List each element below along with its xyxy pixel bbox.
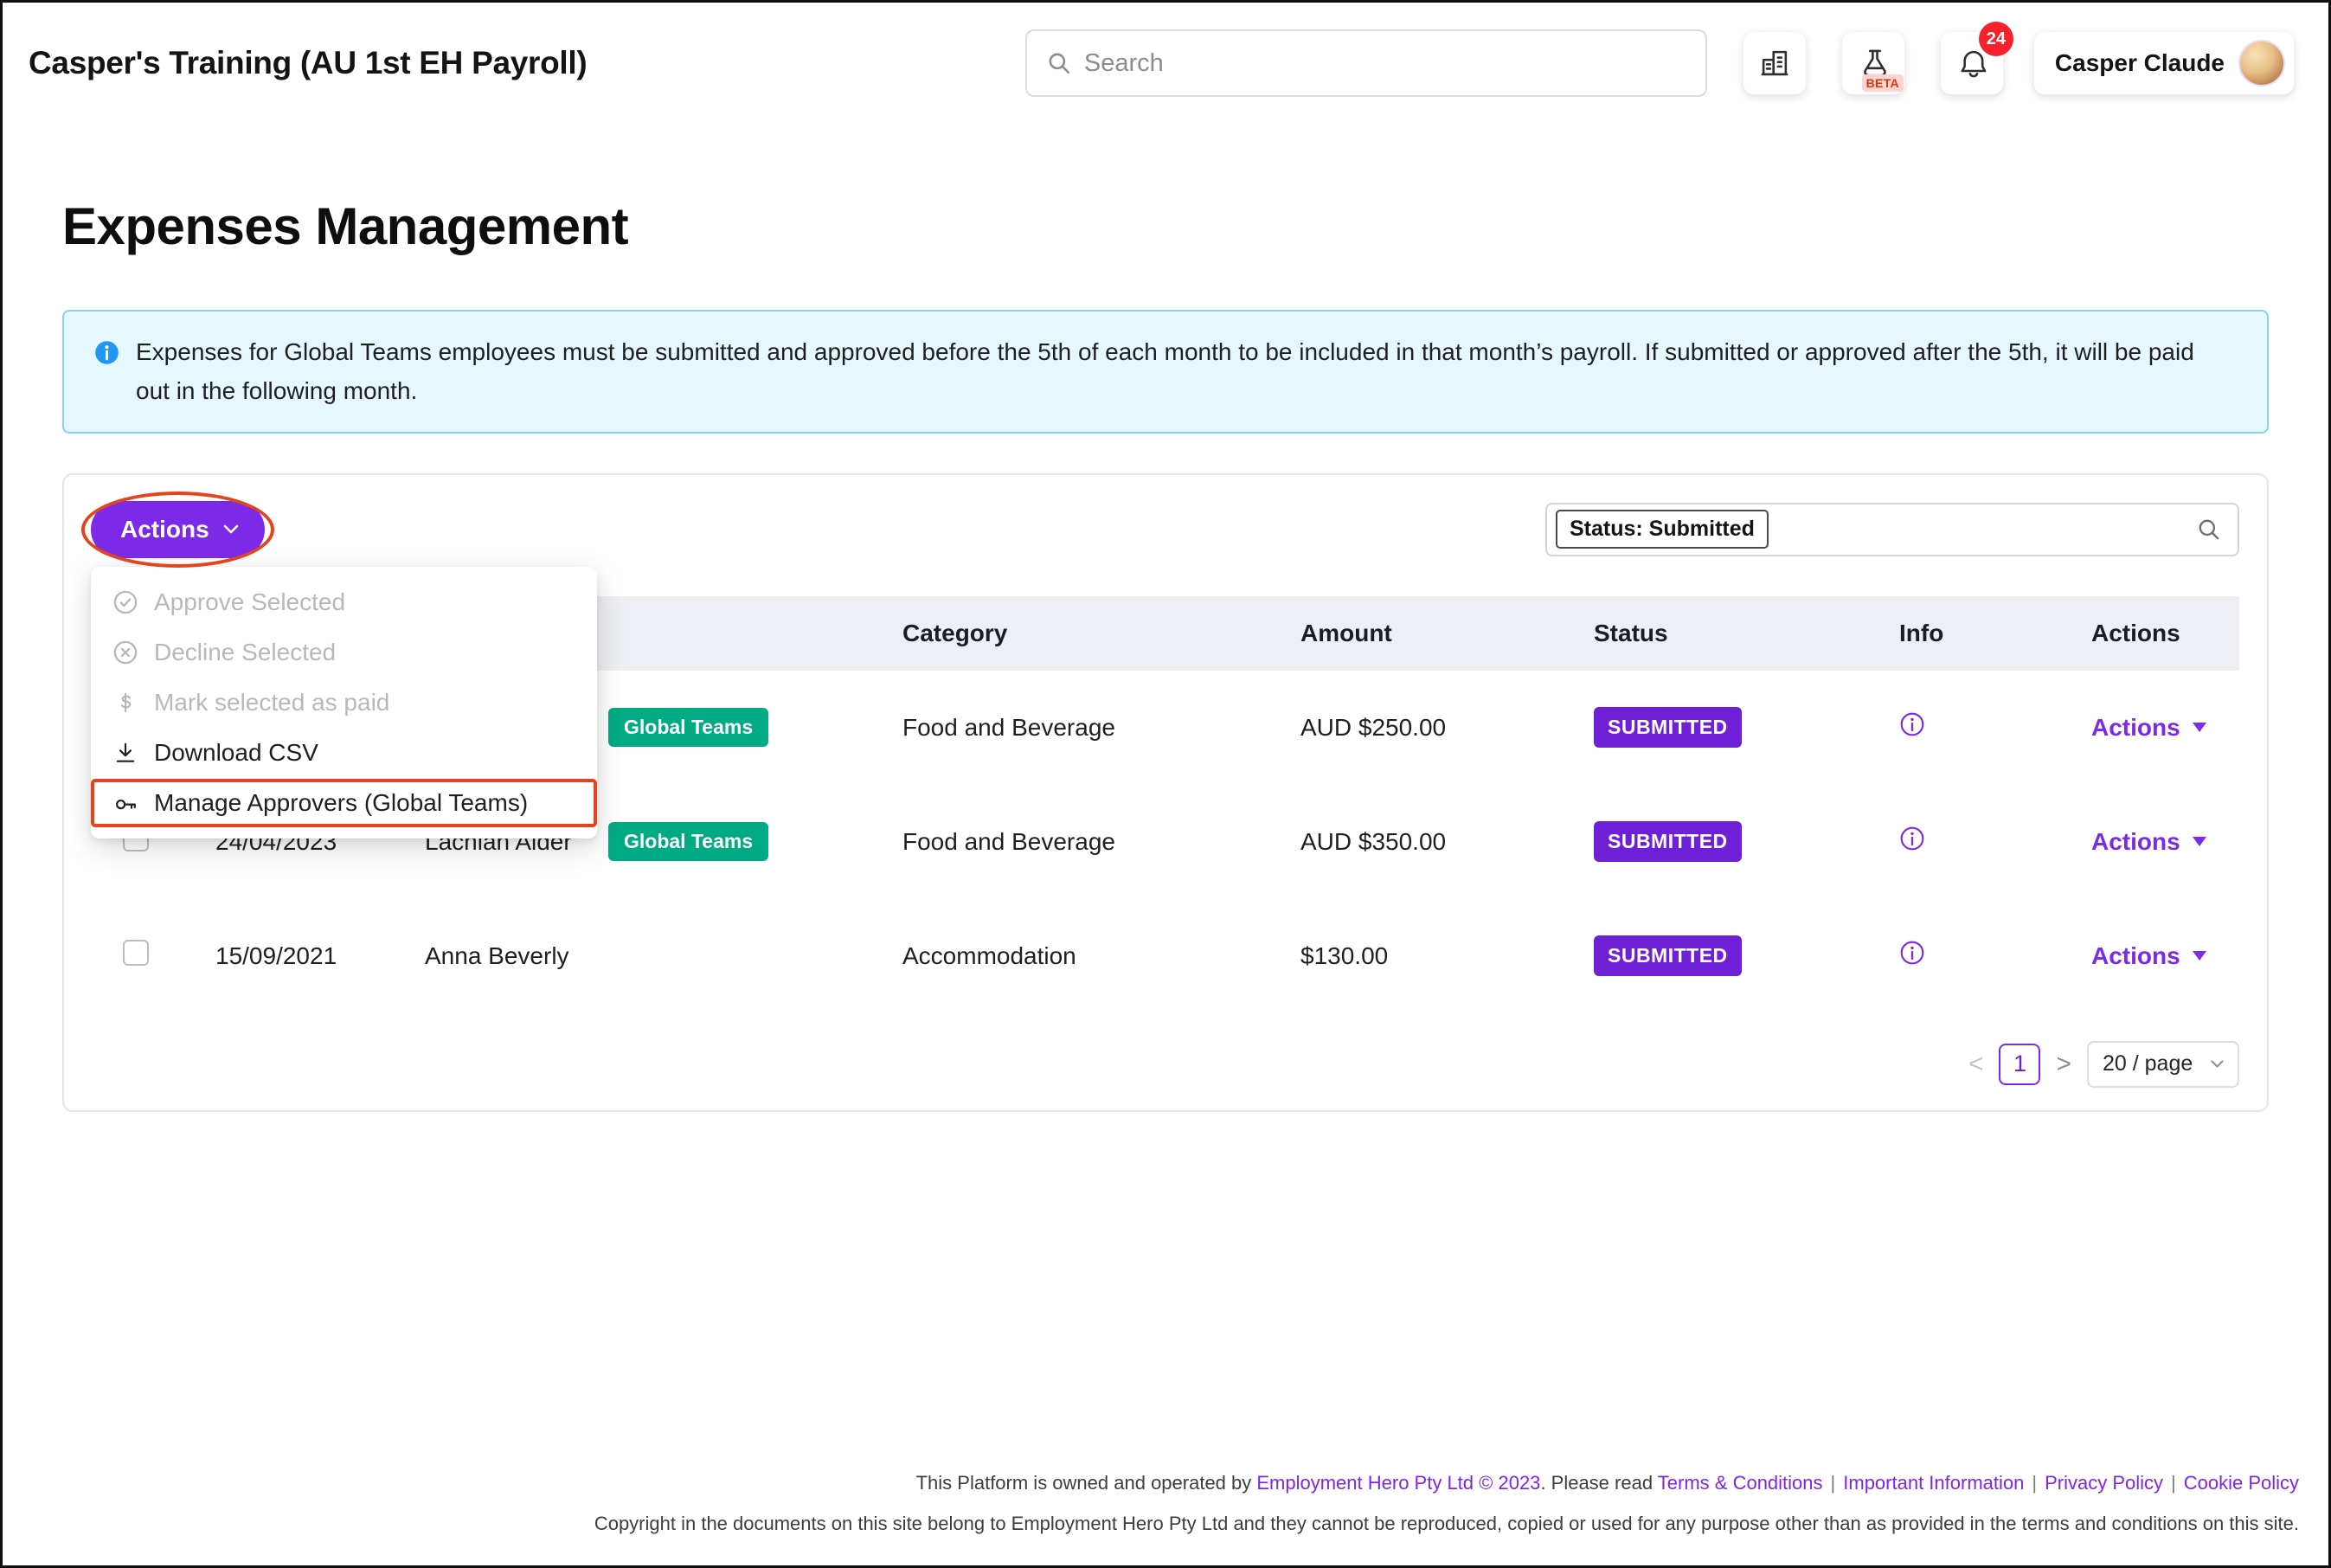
status-badge: SUBMITTED xyxy=(1594,707,1742,748)
menu-item-label: Mark selected as paid xyxy=(154,689,389,717)
key-icon xyxy=(112,791,139,815)
chevron-down-icon xyxy=(223,524,239,535)
banner-text: Expenses for Global Teams employees must… xyxy=(136,332,2215,411)
link-terms-conditions[interactable]: Terms & Conditions xyxy=(1658,1472,1823,1494)
row-actions-label: Actions xyxy=(2091,828,2180,856)
row-actions-label: Actions xyxy=(2091,714,2180,742)
info-icon[interactable] xyxy=(1899,940,1925,966)
info-banner: Expenses for Global Teams employees must… xyxy=(62,310,2269,434)
menu-item-decline-selected: Decline Selected xyxy=(91,627,597,678)
download-icon xyxy=(112,741,139,765)
actions-button[interactable]: Actions xyxy=(91,501,265,558)
column-header-info: Info xyxy=(1873,620,2064,647)
search-icon xyxy=(2196,517,2222,543)
column-header-category: Category xyxy=(878,620,1276,647)
column-header-amount: Amount xyxy=(1276,620,1570,647)
page-size-select[interactable]: 20 / page xyxy=(2087,1041,2239,1088)
separator: | xyxy=(1831,1472,1836,1494)
dollar-icon xyxy=(112,691,139,715)
app-window: Casper's Training (AU 1st EH Payroll) BE… xyxy=(0,0,2331,1568)
chevron-down-icon xyxy=(2211,1060,2224,1069)
user-name: Casper Claude xyxy=(2055,49,2225,77)
info-icon[interactable] xyxy=(1899,826,1925,851)
amount-cell: AUD $250.00 xyxy=(1276,714,1570,742)
expenses-card: Actions Approve Selected xyxy=(62,473,2269,1112)
row-checkbox[interactable] xyxy=(123,940,149,966)
info-icon[interactable] xyxy=(1899,711,1925,737)
link-important-information[interactable]: Important Information xyxy=(1843,1472,2024,1494)
amount-cell: AUD $350.00 xyxy=(1276,828,1570,856)
table-row: 15/09/2021 Anna Beverly Accommodation $1… xyxy=(91,899,2239,1013)
menu-item-mark-selected-paid: Mark selected as paid xyxy=(91,678,597,728)
footer: This Platform is owned and operated by E… xyxy=(3,1468,2328,1565)
menu-item-approve-selected: Approve Selected xyxy=(91,577,597,627)
row-actions-button[interactable]: Actions xyxy=(2091,714,2206,742)
footer-text: This Platform is owned and operated by xyxy=(916,1472,1257,1494)
menu-item-label: Manage Approvers (Global Teams) xyxy=(154,789,528,817)
table-toolbar: Actions Approve Selected xyxy=(64,501,2267,558)
column-header-actions: Actions xyxy=(2064,620,2249,647)
actions-button-label: Actions xyxy=(120,516,209,543)
row-actions-button[interactable]: Actions xyxy=(2091,942,2206,970)
page-size-value: 20 / page xyxy=(2103,1051,2193,1076)
category-cell: Accommodation xyxy=(878,942,1276,970)
page-title: Expenses Management xyxy=(62,196,2328,256)
separator: | xyxy=(2171,1472,2176,1494)
status-badge: SUBMITTED xyxy=(1594,821,1742,862)
menu-item-label: Download CSV xyxy=(154,739,318,767)
separator: | xyxy=(2032,1472,2037,1494)
search-input[interactable] xyxy=(1084,49,1686,78)
team-badge: Global Teams xyxy=(608,822,768,861)
amount-cell: $130.00 xyxy=(1276,942,1570,970)
beta-badge: BETA xyxy=(1862,74,1904,92)
category-cell: Food and Beverage xyxy=(878,714,1276,742)
pagination: < 1 > 20 / page xyxy=(64,1041,2239,1088)
menu-item-download-csv[interactable]: Download CSV xyxy=(91,728,597,778)
row-actions-label: Actions xyxy=(2091,942,2180,970)
column-header-status: Status xyxy=(1570,620,1873,647)
link-employment-hero[interactable]: Employment Hero Pty Ltd © 2023 xyxy=(1256,1472,1540,1494)
top-bar: Casper's Training (AU 1st EH Payroll) BE… xyxy=(3,3,2328,124)
footer-line1: This Platform is owned and operated by E… xyxy=(3,1468,2299,1497)
organisation-button[interactable] xyxy=(1743,32,1806,94)
menu-item-label: Approve Selected xyxy=(154,588,345,616)
next-page-button[interactable]: > xyxy=(2056,1050,2071,1079)
caret-down-icon xyxy=(2193,723,2206,732)
footer-line2: Copyright in the documents on this site … xyxy=(3,1509,2299,1538)
menu-item-label: Decline Selected xyxy=(154,639,336,666)
avatar xyxy=(2238,40,2285,87)
link-privacy-policy[interactable]: Privacy Policy xyxy=(2045,1472,2163,1494)
team-badge: Global Teams xyxy=(608,708,768,747)
global-search[interactable] xyxy=(1025,29,1707,97)
link-cookie-policy[interactable]: Cookie Policy xyxy=(2184,1472,2299,1494)
org-title: Casper's Training (AU 1st EH Payroll) xyxy=(29,45,587,81)
notification-count-badge: 24 xyxy=(1979,22,2013,56)
notifications-button[interactable]: 24 xyxy=(1941,32,2003,94)
labs-button[interactable]: BETA xyxy=(1842,32,1904,94)
footer-text: . Please read xyxy=(1540,1472,1657,1494)
row-actions-button[interactable]: Actions xyxy=(2091,828,2206,856)
info-icon xyxy=(93,339,120,366)
actions-menu: Approve Selected Decline Selected Mark s… xyxy=(91,567,597,839)
status-badge: SUBMITTED xyxy=(1594,935,1742,976)
status-filter[interactable]: Status: Submitted xyxy=(1545,503,2239,556)
x-circle-icon xyxy=(112,639,139,665)
bell-icon xyxy=(1956,48,1987,79)
caret-down-icon xyxy=(2193,837,2206,846)
category-cell: Food and Beverage xyxy=(878,828,1276,856)
caret-down-icon xyxy=(2193,951,2206,961)
building-icon xyxy=(1759,48,1790,79)
search-icon xyxy=(1046,50,1072,76)
check-circle-icon xyxy=(112,589,139,615)
menu-item-manage-approvers[interactable]: Manage Approvers (Global Teams) xyxy=(91,778,597,828)
status-filter-tag[interactable]: Status: Submitted xyxy=(1556,510,1769,549)
employee-cell: Anna Beverly xyxy=(402,942,601,970)
prev-page-button[interactable]: < xyxy=(1968,1050,1984,1079)
user-menu[interactable]: Casper Claude xyxy=(2034,32,2294,94)
date-cell: 15/09/2021 xyxy=(186,942,402,970)
current-page[interactable]: 1 xyxy=(1999,1044,2040,1085)
